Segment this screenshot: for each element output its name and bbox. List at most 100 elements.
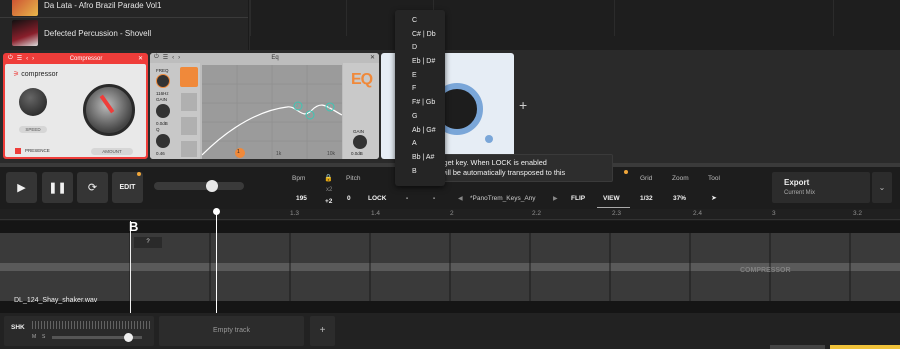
key-option[interactable]: F <box>395 82 445 96</box>
loop-icon: ⟳ <box>87 182 98 194</box>
preset-next-icon[interactable]: ▶ <box>553 195 558 202</box>
menu-icon[interactable]: ☰ <box>17 55 22 62</box>
track-header[interactable]: SHK M S <box>4 316 154 346</box>
eq-graph[interactable]: 1 2 3 4 1k 10k <box>202 65 342 159</box>
play-icon: ▶ <box>17 182 26 194</box>
app-root: Da Lata - Afro Brazil Parade Vol1 Defect… <box>0 0 900 349</box>
output-gain-label: GAIN <box>353 129 365 134</box>
arrangement-view[interactable]: B ? COMPRESSOR DL_124_Shay_shaker.wav <box>0 208 900 313</box>
chevron-right-icon[interactable]: › <box>178 55 180 61</box>
key-option[interactable]: F# | Gb <box>395 96 445 110</box>
power-icon[interactable]: ⏻ <box>154 54 159 61</box>
pause-button[interactable]: ❚❚ <box>42 172 73 203</box>
key-option[interactable]: Eb | D# <box>395 55 445 69</box>
freq-value: 116Hz <box>156 91 169 96</box>
eq-band-controls: FREQ 116Hz GAIN 0.0dB Q 0.46 <box>150 63 200 159</box>
clip-marker[interactable]: ? <box>134 237 162 248</box>
q-knob[interactable] <box>156 134 170 148</box>
library-item[interactable]: Da Lata - Afro Brazil Parade Vol1 <box>0 0 248 16</box>
bpm-double[interactable]: x2 <box>326 187 332 193</box>
empty-track-slot[interactable]: Empty track <box>159 316 304 346</box>
eq-node-label: 3 <box>308 112 311 117</box>
presence-toggle[interactable] <box>15 148 21 154</box>
library-item-title: Da Lata - Afro Brazil Parade Vol1 <box>44 0 162 10</box>
playhead-handle[interactable] <box>213 208 220 215</box>
preset-prev-icon[interactable]: ◀ <box>458 195 463 202</box>
library-list: Da Lata - Afro Brazil Parade Vol1 Defect… <box>0 0 248 50</box>
band-shape-button[interactable] <box>180 67 198 87</box>
loop-start-flag[interactable]: B <box>129 219 138 234</box>
pointer-tool-icon[interactable]: ➤ <box>711 194 717 202</box>
library-item-title: Defected Percussion - Shovell <box>44 28 152 38</box>
key-dropdown: C C# | Db D Eb | D# E F F# | Gb G Ab | G… <box>395 10 445 186</box>
export-menu-button[interactable]: ⌄ <box>872 172 892 203</box>
eq-output: EQ GAIN 0.0dB <box>343 63 379 159</box>
power-icon[interactable]: ⏻ <box>8 55 13 62</box>
chevron-left-icon[interactable]: ‹ <box>26 56 28 62</box>
speed-knob[interactable] <box>19 88 47 116</box>
key-option[interactable]: Bb | A# <box>395 151 445 165</box>
gain-knob[interactable] <box>156 104 170 118</box>
grid-value[interactable]: 1/32 <box>640 195 653 202</box>
library-item[interactable]: Defected Percussion - Shovell <box>0 20 248 46</box>
solo-button[interactable]: S <box>42 334 45 340</box>
add-track-button[interactable]: + <box>310 316 335 346</box>
add-device-button[interactable]: + <box>519 97 527 113</box>
flip-button[interactable]: FLIP <box>571 195 585 202</box>
loop-start-marker[interactable] <box>130 221 131 313</box>
zoom-value[interactable]: 37% <box>673 195 686 202</box>
bpm-value[interactable]: 195 <box>296 195 307 202</box>
eq-node-label: 1 <box>237 149 240 155</box>
output-gain-knob[interactable] <box>353 135 367 149</box>
key-option[interactable]: C <box>395 14 445 28</box>
device-indicator <box>485 135 493 143</box>
play-button[interactable]: ▶ <box>6 172 37 203</box>
chevron-left-icon[interactable]: ‹ <box>172 55 174 61</box>
bpm-half[interactable]: +2 <box>325 198 332 205</box>
freq-knob[interactable] <box>156 74 170 88</box>
view-button[interactable]: VIEW <box>603 195 620 202</box>
preset-value[interactable]: *PanoTrem_Keys_Any <box>470 195 536 202</box>
playhead[interactable] <box>216 209 217 313</box>
ruler-tick: 3 <box>772 210 776 217</box>
scale-value[interactable]: - <box>433 195 435 202</box>
track-waveform <box>32 321 150 329</box>
ruler-tick: 1.3 <box>290 210 300 217</box>
library-columns <box>249 0 900 50</box>
pitch-value[interactable]: 0 <box>347 195 351 202</box>
edit-button[interactable]: EDIT <box>112 172 143 203</box>
export-button[interactable]: Export Current Mix <box>772 172 870 203</box>
key-option[interactable]: B <box>395 165 445 179</box>
device-chain: ⏻ ☰ ‹ › Compressor ✕ ⚞ compressor SPEED … <box>0 50 900 163</box>
key-option[interactable]: C# | Db <box>395 28 445 42</box>
key-value[interactable]: - <box>406 195 408 202</box>
close-icon[interactable]: ✕ <box>138 55 143 62</box>
loop-button[interactable]: ⟳ <box>77 172 108 203</box>
freq-mark: 10k <box>327 151 336 157</box>
track-label: SHK <box>11 324 25 331</box>
tooltip-line: s will be automatically transposed to th… <box>435 168 566 177</box>
zoom-label: Zoom <box>672 175 689 182</box>
edit-indicator <box>137 172 141 176</box>
speed-label: SPEED <box>19 126 47 133</box>
output-gain-value: 0.0dB <box>351 151 363 156</box>
gain-label: GAIN <box>156 97 168 102</box>
key-option[interactable]: D <box>395 41 445 55</box>
menu-icon[interactable]: ☰ <box>163 54 168 61</box>
key-option[interactable]: E <box>395 69 445 83</box>
key-option[interactable]: A <box>395 137 445 151</box>
lock-button[interactable]: LOCK <box>368 195 386 202</box>
close-icon[interactable]: ✕ <box>370 54 375 61</box>
mute-button[interactable]: M <box>32 334 36 340</box>
track-volume-handle[interactable] <box>124 333 133 342</box>
amount-label: AMOUNT <box>91 148 133 155</box>
gain-value: 0.0dB <box>156 121 168 126</box>
chevron-right-icon[interactable]: › <box>32 56 34 62</box>
device-title: Eq <box>271 54 279 61</box>
volume-handle[interactable] <box>206 180 218 192</box>
eq-node-label: 2 <box>296 103 299 108</box>
key-option[interactable]: Ab | G# <box>395 124 445 138</box>
key-option[interactable]: G <box>395 110 445 124</box>
volume-slider[interactable] <box>154 182 244 190</box>
lock-icon[interactable]: 🔒 <box>324 174 333 182</box>
